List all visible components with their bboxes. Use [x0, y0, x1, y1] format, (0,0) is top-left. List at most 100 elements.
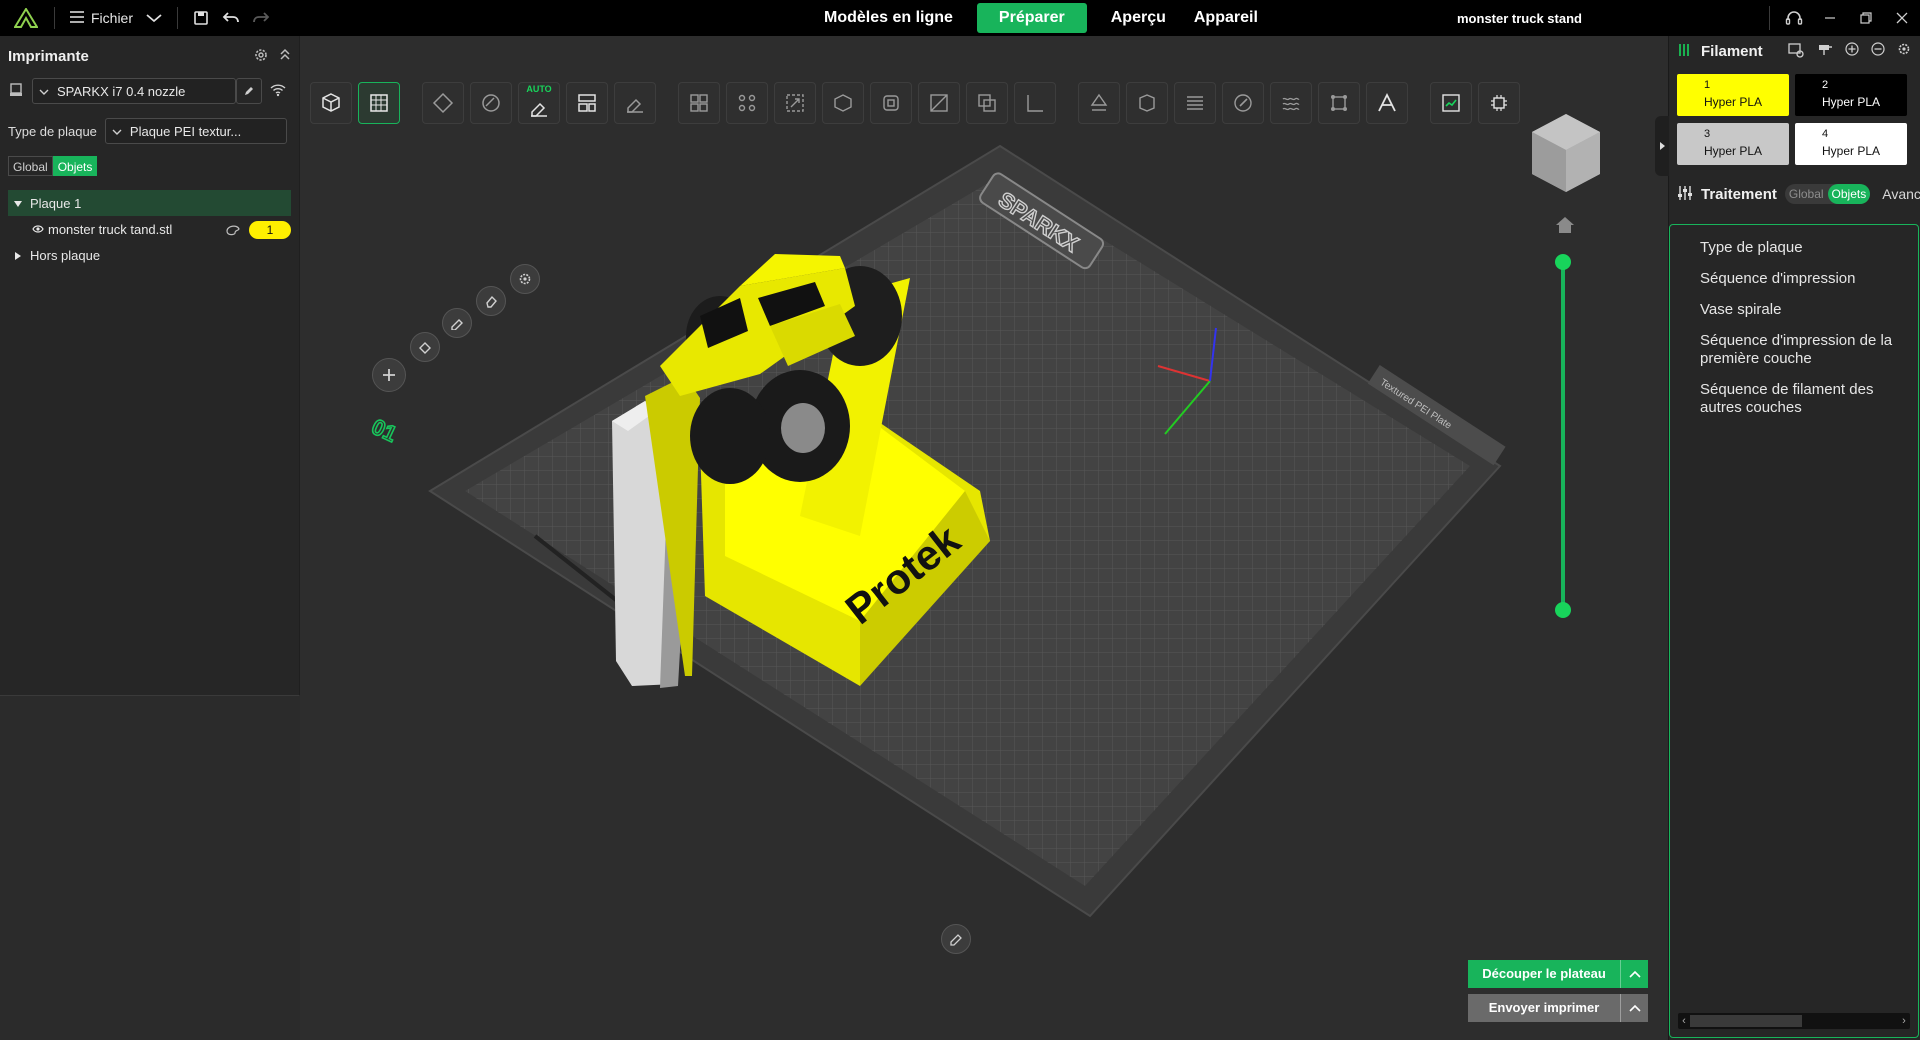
object-filament-badge[interactable]: 1	[249, 221, 291, 239]
filament-slot-number: 4	[1822, 128, 1829, 140]
orient-icon[interactable]	[422, 82, 464, 124]
scroll-left-icon[interactable]: ‹	[1678, 1013, 1690, 1029]
viewport-toolbar: AUTO	[310, 82, 1520, 124]
eye-icon[interactable]	[32, 222, 44, 237]
plate-type-dropdown[interactable]: Plaque PEI textur...	[104, 118, 287, 144]
redo-icon[interactable]	[246, 3, 276, 33]
split-parts-icon[interactable]	[726, 82, 768, 124]
chevron-up-icon[interactable]	[1620, 960, 1648, 988]
chevron-up-icon[interactable]	[1620, 994, 1648, 1022]
ai-detect-icon[interactable]	[1478, 82, 1520, 124]
paint-icon[interactable]	[225, 222, 241, 239]
file-menu-label: Fichier	[91, 10, 134, 26]
lay-on-face-icon[interactable]	[614, 82, 656, 124]
filament-slot-4[interactable]: 4 Hyper PLA	[1795, 123, 1907, 165]
tree-plate-row[interactable]: Plaque 1	[8, 190, 291, 216]
move-icon[interactable]	[774, 82, 816, 124]
gear-icon[interactable]	[253, 47, 269, 66]
scale-icon[interactable]	[870, 82, 912, 124]
arrange-icon[interactable]	[566, 82, 608, 124]
collapse-panel-icon[interactable]	[1655, 116, 1669, 176]
tree-object-label: monster truck tand.stl	[48, 221, 173, 237]
setting-other-layers-sequence[interactable]: Séquence de filament des autres couches	[1700, 381, 1910, 417]
paint-float-icon[interactable]	[442, 308, 472, 338]
extruder-icon[interactable]	[1817, 42, 1833, 61]
setting-spiral-vase[interactable]: Vase spirale	[1700, 301, 1910, 319]
fuzzy-skin-icon[interactable]	[1270, 82, 1312, 124]
printer-dropdown[interactable]: SPARKX i7 0.4 nozzle	[32, 78, 236, 104]
horizontal-scrollbar[interactable]: ‹ ›	[1678, 1013, 1910, 1029]
setting-print-sequence[interactable]: Séquence d'impression	[1700, 270, 1910, 288]
remove-filament-icon[interactable]	[1871, 41, 1885, 61]
sync-filament-icon[interactable]	[1787, 42, 1805, 61]
settings-float-icon[interactable]	[510, 264, 540, 294]
plate-type-label: Type de plaque	[8, 123, 97, 139]
3d-viewport[interactable]: SPARKX Textured PEI Plate 01 Protek AUTO	[300, 36, 1668, 1040]
process-objects-toggle[interactable]: Objets	[1827, 184, 1871, 204]
home-icon[interactable]	[1555, 216, 1575, 237]
tab-prepare[interactable]: Préparer	[976, 3, 1087, 33]
add-plate-icon[interactable]	[358, 82, 400, 124]
support-headset-icon[interactable]	[1776, 0, 1812, 36]
chevron-down-icon[interactable]	[139, 3, 169, 33]
layers-icon[interactable]	[1174, 82, 1216, 124]
object-scope-toggle: Global Objets	[8, 156, 291, 176]
add-filament-icon[interactable]	[1845, 41, 1859, 61]
boolean-icon[interactable]	[966, 82, 1008, 124]
caret-right-icon[interactable]	[14, 248, 22, 263]
send-print-button[interactable]: Envoyer imprimer	[1468, 994, 1620, 1022]
tab-online-models[interactable]: Modèles en ligne	[810, 3, 967, 33]
filament-slot-number: 3	[1704, 128, 1711, 140]
filament-slot-1[interactable]: 1 Hyper PLA	[1677, 74, 1789, 116]
scroll-right-icon[interactable]: ›	[1898, 1013, 1910, 1029]
filament-settings-icon[interactable]	[1897, 42, 1911, 61]
assembly-icon[interactable]	[1318, 82, 1360, 124]
global-toggle[interactable]: Global	[8, 156, 53, 176]
tab-preview[interactable]: Aperçu	[1097, 3, 1180, 33]
scrollbar-thumb[interactable]	[1690, 1015, 1802, 1027]
view-cube-icon[interactable]	[1528, 112, 1604, 198]
rotate-icon[interactable]	[822, 82, 864, 124]
filament-slot-2[interactable]: 2 Hyper PLA	[1795, 74, 1907, 116]
support-paint-icon[interactable]	[1078, 82, 1120, 124]
auto-orient-icon[interactable]	[470, 82, 512, 124]
tree-offplate-row[interactable]: Hors plaque	[0, 242, 299, 268]
seam-paint-icon[interactable]	[1126, 82, 1168, 124]
measure-icon[interactable]	[1014, 82, 1056, 124]
text-tool-icon[interactable]	[1366, 82, 1408, 124]
minimize-icon[interactable]	[1812, 0, 1848, 36]
layer-slider-bottom-knob[interactable]	[1555, 602, 1571, 618]
edit-pencil-icon[interactable]	[236, 78, 262, 104]
restore-icon[interactable]	[1848, 0, 1884, 36]
grid-float-icon[interactable]	[410, 332, 440, 362]
close-icon[interactable]	[1884, 0, 1920, 36]
auto-arrange-icon[interactable]: AUTO	[518, 82, 560, 124]
layer-slider-top-knob[interactable]	[1555, 254, 1571, 270]
undo-icon[interactable]	[216, 3, 246, 33]
filament-slot-3[interactable]: 3 Hyper PLA	[1677, 123, 1789, 165]
slice-plate-button[interactable]: Découper le plateau	[1468, 960, 1620, 988]
advanced-toggle[interactable]: Avancé	[1882, 186, 1920, 202]
eraser-float-icon[interactable]	[476, 286, 506, 316]
caret-down-icon[interactable]	[14, 196, 22, 211]
split-objects-icon[interactable]	[678, 82, 720, 124]
wifi-icon[interactable]	[270, 83, 286, 100]
objects-toggle[interactable]: Objets	[52, 156, 98, 176]
add-object-icon[interactable]	[310, 82, 352, 124]
tree-object-row[interactable]: monster truck tand.stl 1	[0, 216, 299, 242]
add-float-icon[interactable]	[372, 358, 406, 392]
layer-slider-track[interactable]	[1561, 262, 1565, 610]
tab-device[interactable]: Appareil	[1180, 3, 1272, 33]
printer-selector-row: SPARKX i7 0.4 nozzle	[0, 76, 299, 106]
cut-icon[interactable]	[918, 82, 960, 124]
process-global-toggle[interactable]: Global	[1785, 184, 1828, 204]
slice-preview-icon[interactable]	[1430, 82, 1472, 124]
file-menu-button[interactable]: Fichier	[63, 0, 139, 36]
plate-edit-float-icon[interactable]	[941, 924, 971, 954]
save-icon[interactable]	[186, 3, 216, 33]
color-paint-icon[interactable]	[1222, 82, 1264, 124]
setting-plate-type[interactable]: Type de plaque	[1700, 239, 1910, 257]
setting-first-layer-sequence[interactable]: Séquence d'impression de la première cou…	[1700, 332, 1910, 368]
collapse-up-icon[interactable]	[279, 47, 291, 66]
filament-slot-name: Hyper PLA	[1822, 144, 1881, 158]
